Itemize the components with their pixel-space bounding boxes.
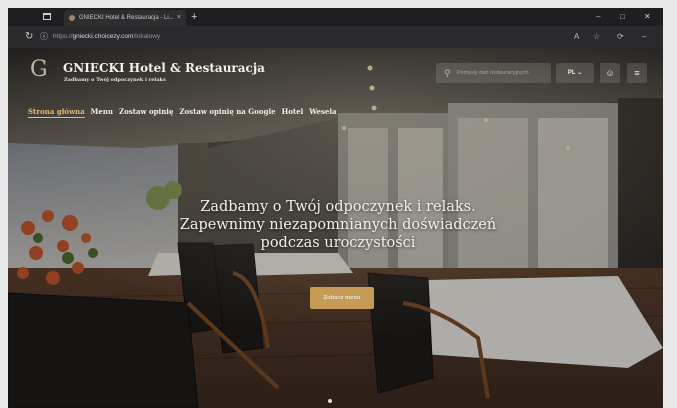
nav-item-home[interactable]: Strona główna — [28, 107, 85, 118]
nav-item-weddings[interactable]: Wesela — [309, 107, 336, 117]
language-selector[interactable]: PL ⌄ — [556, 63, 594, 83]
hero-line-2: Zapewnimy niezapomnianych doświadczeń — [179, 217, 497, 233]
see-menu-button[interactable]: Zobacz menu — [310, 287, 374, 309]
hero-line-3: podczas uroczystości — [260, 235, 416, 251]
site-brand-name[interactable]: GNIECKI Hotel & Restauracja — [63, 61, 265, 75]
info-icon[interactable]: ⓘ — [40, 30, 48, 44]
tab-title: GNIECKI Hotel & Restauracja - Li... — [79, 15, 174, 21]
search-field[interactable]: ⚲ Pomysły dań restauracyjnych — [436, 63, 551, 83]
close-window-button[interactable]: ✕ — [644, 8, 651, 26]
carousel-dot[interactable] — [328, 399, 332, 403]
logo-icon[interactable]: G — [30, 58, 48, 82]
search-placeholder: Pomysły dań restauracyjnych — [457, 70, 529, 76]
address-bar: ↻ ⓘ https://gniecki.choicezy.com/lokalow… — [8, 26, 663, 48]
nav-item-google-review[interactable]: Zostaw opinię na Google — [179, 107, 275, 117]
more-icon[interactable]: – — [642, 30, 646, 44]
hero-line-1: Zadbamy o Twój odpoczynek i relaks. — [200, 199, 476, 215]
favorite-icon[interactable]: ☆ — [593, 30, 600, 44]
favicon-icon — [69, 15, 75, 21]
window-icon[interactable] — [43, 13, 51, 20]
browser-tab[interactable]: GNIECKI Hotel & Restauracja - Li... × — [64, 10, 186, 26]
title-bar: GNIECKI Hotel & Restauracja - Li... × + … — [8, 8, 663, 26]
user-icon[interactable]: ☺ — [600, 63, 620, 83]
url-field[interactable]: https://gniecki.choicezy.com/lokalowy — [53, 30, 613, 44]
reload-icon[interactable]: ↻ — [25, 30, 33, 44]
site-tagline: Zadbamy o Twój odpoczynek i relaks — [64, 77, 166, 83]
website-page: G GNIECKI Hotel & Restauracja Zadbamy o … — [8, 48, 663, 408]
read-aloud-icon[interactable]: A — [574, 30, 579, 44]
language-label: PL — [567, 70, 576, 76]
hamburger-menu-icon[interactable]: ≡ — [627, 63, 647, 83]
hero-heading: Zadbamy o Twój odpoczynek i relaks. Zape… — [148, 198, 528, 252]
url-scheme: https:// — [53, 33, 73, 40]
minimize-button[interactable]: – — [596, 8, 600, 26]
search-icon: ⚲ — [444, 68, 451, 78]
chevron-down-icon: ⌄ — [577, 70, 583, 76]
extensions-icon[interactable]: ⟳ — [617, 30, 624, 44]
new-tab-button[interactable]: + — [191, 8, 197, 26]
browser-window: GNIECKI Hotel & Restauracja - Li... × + … — [8, 8, 663, 408]
nav-item-review[interactable]: Zostaw opinię — [119, 107, 173, 117]
nav-item-menu[interactable]: Menu — [91, 107, 113, 117]
maximize-button[interactable]: □ — [620, 8, 625, 26]
url-path: /lokalowy — [133, 33, 161, 40]
main-nav: Strona główna Menu Zostaw opinię Zostaw opi… — [28, 101, 343, 118]
nav-item-hotel[interactable]: Hotel — [282, 107, 304, 117]
tab-close-icon[interactable]: × — [177, 10, 181, 26]
url-host: gniecki.choicezy.com — [72, 33, 134, 40]
